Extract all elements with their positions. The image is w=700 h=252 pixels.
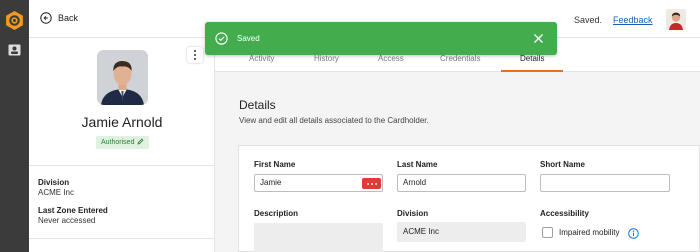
details-content: Details View and edit all details associ…: [215, 72, 700, 252]
tab-activity[interactable]: Activity: [249, 54, 274, 63]
status-badge[interactable]: Authorised: [96, 136, 150, 149]
description-field[interactable]: [254, 223, 383, 252]
app-root: Back Saved. Feedback Jamie Arnold Author…: [0, 0, 700, 252]
last-name-label: Last Name: [397, 160, 438, 169]
back-label: Back: [58, 13, 79, 23]
divider: [29, 238, 215, 239]
pencil-icon: [137, 138, 144, 145]
last-name-value: Arnold: [403, 178, 427, 187]
check-circle-icon: [215, 32, 228, 45]
first-name-label: First Name: [254, 160, 296, 169]
impaired-mobility-checkbox[interactable]: [542, 227, 553, 238]
feedback-link[interactable]: Feedback: [613, 15, 653, 25]
accessibility-label: Accessibility: [540, 209, 589, 218]
first-name-value: Jamie: [260, 178, 282, 187]
division-value: ACME Inc: [38, 188, 75, 197]
autofill-icon[interactable]: [362, 178, 381, 189]
description-label: Description: [254, 209, 299, 218]
saved-status: Saved.: [574, 15, 603, 25]
status-badge-label: Authorised: [101, 139, 135, 146]
page-subtitle: View and edit all details associated to …: [239, 116, 429, 125]
cardholder-icon[interactable]: [8, 44, 21, 56]
back-button[interactable]: Back: [40, 12, 78, 24]
division-field[interactable]: ACME Inc: [397, 222, 526, 242]
impaired-mobility-label: Impaired mobility: [559, 228, 620, 237]
info-icon[interactable]: [628, 228, 639, 239]
cardholder-name: Jamie Arnold: [81, 114, 163, 130]
tab-access[interactable]: Access: [378, 54, 404, 63]
profile-panel: Jamie Arnold Authorised Division ACME In…: [29, 38, 215, 252]
last-zone-value: Never accessed: [38, 216, 96, 225]
user-avatar[interactable]: [666, 9, 686, 30]
tab-credentials[interactable]: Credentials: [440, 54, 480, 63]
tab-details[interactable]: Details: [520, 54, 544, 63]
more-dot-icon: [194, 58, 196, 60]
division-field-value: ACME Inc: [403, 227, 440, 236]
page-title: Details: [239, 98, 276, 112]
more-options-button[interactable]: [187, 47, 203, 63]
tab-history[interactable]: History: [314, 54, 339, 63]
close-icon[interactable]: [533, 33, 544, 44]
last-zone-label: Last Zone Entered: [38, 206, 108, 215]
first-name-field[interactable]: Jamie: [254, 174, 383, 192]
more-dot-icon: [194, 50, 196, 52]
short-name-field[interactable]: [540, 174, 670, 192]
app-logo-icon[interactable]: [4, 10, 25, 31]
details-form-card: First Name Jamie Last Name Arnold Short …: [238, 145, 700, 252]
saved-toast: Saved: [205, 22, 557, 55]
divider: [29, 165, 215, 166]
short-name-label: Short Name: [540, 160, 585, 169]
last-name-field[interactable]: Arnold: [397, 174, 526, 192]
back-arrow-icon: [40, 12, 52, 24]
division-field-label: Division: [397, 209, 429, 218]
cardholder-photo: [97, 50, 148, 105]
more-dot-icon: [194, 54, 196, 56]
division-label: Division: [38, 178, 70, 187]
toast-message: Saved: [237, 34, 260, 43]
nav-rail: [0, 0, 29, 252]
